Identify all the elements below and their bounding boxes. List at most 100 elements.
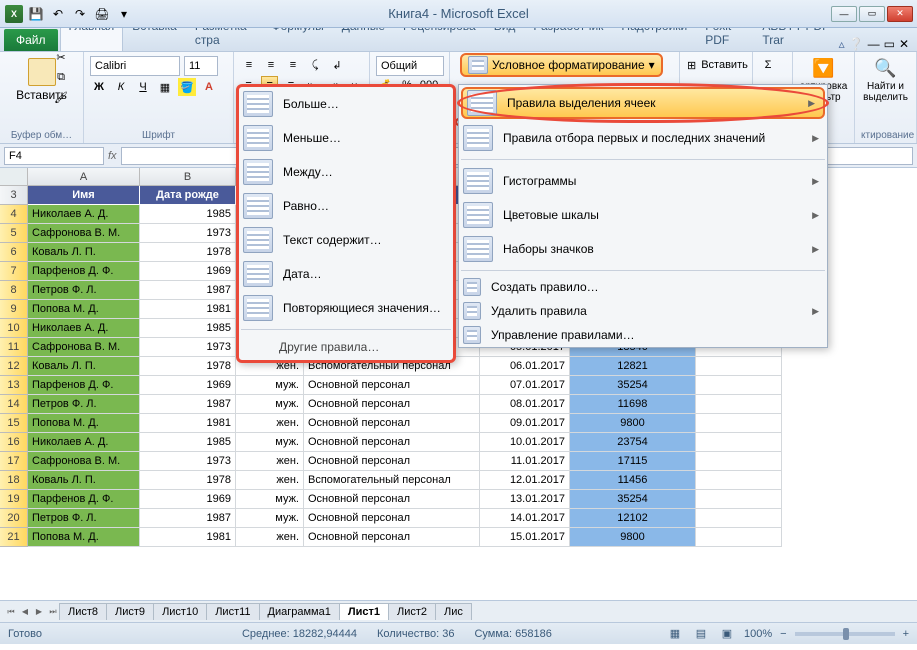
rule-item-3[interactable]: Равно… <box>239 189 453 223</box>
row-header-8[interactable]: 8 <box>0 281 28 300</box>
sheet-tab-Диаграмма1[interactable]: Диаграмма1 <box>259 603 340 620</box>
rule-item-6[interactable]: Повторяющиеся значения… <box>239 291 453 325</box>
cell[interactable] <box>696 357 782 376</box>
cell[interactable]: жен. <box>236 471 304 490</box>
cell[interactable]: Вспомогательный персонал <box>304 471 480 490</box>
mdi-min-icon[interactable]: — <box>868 37 880 51</box>
cell[interactable]: Основной персонал <box>304 414 480 433</box>
find-select-button[interactable]: 🔍 Найти и выделить <box>861 56 910 105</box>
cell[interactable]: 9800 <box>570 414 696 433</box>
font-name-combo[interactable] <box>90 56 180 76</box>
cell[interactable]: Петров Ф. Л. <box>28 281 140 300</box>
mdi-close-icon[interactable]: ✕ <box>899 37 909 51</box>
cell[interactable]: 17115 <box>570 452 696 471</box>
name-box[interactable] <box>4 147 104 165</box>
cell[interactable]: Коваль Л. П. <box>28 471 140 490</box>
cell[interactable]: Сафронова В. М. <box>28 224 140 243</box>
cell[interactable]: 1973 <box>140 338 236 357</box>
cell[interactable]: 12.01.2017 <box>480 471 570 490</box>
row-header-16[interactable]: 16 <box>0 433 28 452</box>
cell[interactable]: 1985 <box>140 319 236 338</box>
cell[interactable]: 1987 <box>140 281 236 300</box>
cell[interactable]: 1969 <box>140 376 236 395</box>
row-header-4[interactable]: 4 <box>0 205 28 224</box>
cell[interactable]: муж. <box>236 490 304 509</box>
row-header-10[interactable]: 10 <box>0 319 28 338</box>
cell[interactable]: Основной персонал <box>304 528 480 547</box>
qat-more-icon[interactable]: ▾ <box>114 4 134 24</box>
cell[interactable]: Сафронова В. М. <box>28 338 140 357</box>
cell[interactable]: 1978 <box>140 357 236 376</box>
sheet-nav-2[interactable]: ▶ <box>32 604 46 620</box>
cell[interactable]: 11698 <box>570 395 696 414</box>
cell[interactable]: Попова М. Д. <box>28 528 140 547</box>
view-normal-icon[interactable]: ▦ <box>666 625 684 643</box>
cell[interactable]: 35254 <box>570 490 696 509</box>
cell[interactable]: 1973 <box>140 452 236 471</box>
cell[interactable] <box>696 471 782 490</box>
cell[interactable] <box>696 376 782 395</box>
cell[interactable]: Попова М. Д. <box>28 300 140 319</box>
cell[interactable]: жен. <box>236 528 304 547</box>
cell[interactable]: 07.01.2017 <box>480 376 570 395</box>
help-icon[interactable]: ❔ <box>849 37 864 51</box>
cell[interactable]: муж. <box>236 395 304 414</box>
minimize-button[interactable]: — <box>831 6 857 22</box>
wrap-text-icon[interactable]: ↲ <box>328 56 346 74</box>
autosum-icon[interactable]: Σ <box>759 56 777 74</box>
cell[interactable]: Основной персонал <box>304 452 480 471</box>
cell[interactable]: Сафронова В. М. <box>28 452 140 471</box>
sheet-tab-Лист11[interactable]: Лист11 <box>206 603 259 620</box>
cell[interactable]: 10.01.2017 <box>480 433 570 452</box>
cell[interactable]: 1978 <box>140 471 236 490</box>
cf-item-0[interactable]: Правила отбора первых и последних значен… <box>459 121 827 155</box>
cell[interactable]: муж. <box>236 433 304 452</box>
view-layout-icon[interactable]: ▤ <box>692 625 710 643</box>
sheet-nav-3[interactable]: ⏭ <box>46 604 60 620</box>
italic-button[interactable]: К <box>112 78 130 96</box>
minimize-ribbon-icon[interactable]: ▵ <box>839 37 845 51</box>
cell[interactable]: Основной персонал <box>304 490 480 509</box>
cell[interactable]: Николаев А. Д. <box>28 205 140 224</box>
cell[interactable]: 12821 <box>570 357 696 376</box>
cell[interactable]: 08.01.2017 <box>480 395 570 414</box>
cell[interactable]: 1981 <box>140 414 236 433</box>
format-painter-icon[interactable]: 🖌 <box>52 88 70 106</box>
insert-cells-icon[interactable]: ⊞ <box>686 56 697 74</box>
cell[interactable]: Парфенов Д. Ф. <box>28 490 140 509</box>
cell[interactable]: муж. <box>236 509 304 528</box>
cell[interactable]: Петров Ф. Л. <box>28 509 140 528</box>
header-cell[interactable]: Дата рожде <box>140 186 236 205</box>
cell[interactable]: 35254 <box>570 376 696 395</box>
cell[interactable]: 1985 <box>140 205 236 224</box>
font-size-combo[interactable] <box>184 56 218 76</box>
row-header-14[interactable]: 14 <box>0 395 28 414</box>
conditional-formatting-button[interactable]: Условное форматирование ▾ <box>460 53 663 77</box>
underline-button[interactable]: Ч <box>134 78 152 96</box>
cell[interactable]: 1973 <box>140 224 236 243</box>
header-cell[interactable]: Имя <box>28 186 140 205</box>
view-break-icon[interactable]: ▣ <box>718 625 736 643</box>
row-header-9[interactable]: 9 <box>0 300 28 319</box>
cell[interactable]: 1981 <box>140 528 236 547</box>
cell[interactable]: 1969 <box>140 490 236 509</box>
cell[interactable]: 1981 <box>140 300 236 319</box>
sheet-nav-0[interactable]: ⏮ <box>4 604 18 620</box>
app-icon[interactable]: X <box>4 4 24 24</box>
cf-item-1[interactable]: Гистограммы▶ <box>459 164 827 198</box>
cell[interactable]: 1987 <box>140 395 236 414</box>
cell[interactable]: Попова М. Д. <box>28 414 140 433</box>
cell[interactable]: 1978 <box>140 243 236 262</box>
zoom-slider[interactable] <box>795 632 895 636</box>
row-header-6[interactable]: 6 <box>0 243 28 262</box>
cell[interactable]: Основной персонал <box>304 395 480 414</box>
cell[interactable]: муж. <box>236 376 304 395</box>
mdi-restore-icon[interactable]: ▭ <box>884 37 895 51</box>
sheet-tab-Лист1[interactable]: Лист1 <box>339 603 389 620</box>
row-header-13[interactable]: 13 <box>0 376 28 395</box>
cell[interactable] <box>696 490 782 509</box>
file-tab[interactable]: Файл <box>4 29 58 51</box>
cell[interactable]: Основной персонал <box>304 376 480 395</box>
cell[interactable]: жен. <box>236 452 304 471</box>
rule-item-1[interactable]: Меньше… <box>239 121 453 155</box>
